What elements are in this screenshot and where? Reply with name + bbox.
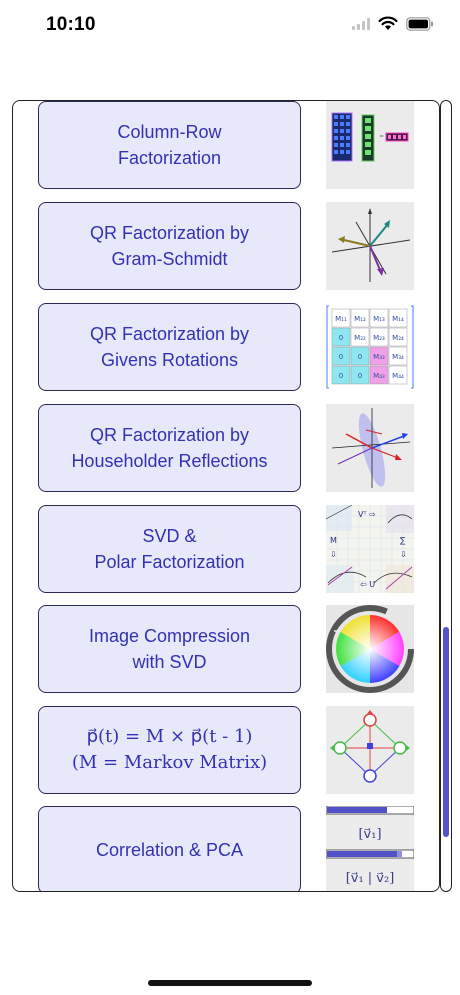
svd-label: ∑: [400, 536, 406, 545]
matrix-cell: M₁₄: [392, 315, 404, 323]
battery-icon: [406, 16, 433, 31]
column-row-factorization-button[interactable]: Column-Row Factorization: [38, 101, 301, 189]
wifi-icon: [378, 16, 398, 30]
list-item: SVD & Polar Factorization Vᵀ ⇨ M ∑ ⇩ ⇩ ⇦…: [13, 505, 439, 595]
matrix-cell: M₃₄: [392, 353, 404, 361]
matrix-cell: 0: [339, 372, 343, 380]
v1-label: [v⃗₁]: [358, 827, 381, 842]
status-bar: 10:10: [0, 0, 460, 52]
matrix-cell: 0: [358, 353, 362, 361]
color-wheel-icon[interactable]: [326, 605, 414, 693]
svg-text:=: =: [379, 133, 384, 140]
svd-label: ⇩: [400, 550, 407, 559]
home-indicator[interactable]: [148, 980, 312, 986]
correlation-pca-button[interactable]: Correlation & PCA: [38, 806, 301, 891]
matrix-cell: 0: [339, 334, 343, 342]
svd-label: Vᵀ ⇨: [358, 510, 376, 519]
list-item: Correlation & PCA [v⃗₁] [v⃗₁ | v⃗₂]: [13, 806, 439, 891]
matrix-cell: M₁₃: [373, 315, 385, 323]
matrix-cell: 0: [358, 372, 362, 380]
svd-label: M: [330, 536, 337, 545]
matrix-cell: M₂₄: [392, 334, 404, 342]
cellular-signal-icon: [352, 17, 370, 30]
svd-label: ⇦ U: [360, 580, 375, 589]
householder-reflection-icon[interactable]: [326, 404, 414, 492]
qr-givens-rotations-button[interactable]: QR Factorization by Givens Rotations: [38, 303, 301, 391]
matrix-cell: M₃₃: [373, 353, 385, 361]
list-item: Column-Row Factorization =: [13, 101, 439, 191]
status-icons: [352, 16, 434, 31]
matrix-cell: M₂₃: [373, 334, 385, 342]
scrollbar-thumb[interactable]: [443, 627, 449, 837]
qr-householder-button[interactable]: QR Factorization by Householder Reflecti…: [38, 404, 301, 492]
list-item: QR Factorization by Gram-Schmidt: [13, 202, 439, 292]
pca-vectors-icon[interactable]: [v⃗₁] [v⃗₁ | v⃗₂]: [326, 806, 414, 891]
v1v2-label: [v⃗₁ | v⃗₂]: [346, 871, 395, 886]
matrix-cell: M₁₂: [354, 315, 366, 323]
markov-matrix-button[interactable]: p⃗(t) = M × p⃗(t - 1) (M = Markov Matrix…: [38, 706, 301, 794]
list-item: p⃗(t) = M × p⃗(t - 1) (M = Markov Matrix…: [13, 706, 439, 796]
list-item: Image Compression with SVD: [13, 605, 439, 695]
list-item: QR Factorization by Householder Reflecti…: [13, 404, 439, 494]
list-item: QR Factorization by Givens Rotations M₁₁…: [13, 303, 439, 393]
svd-polar-button[interactable]: SVD & Polar Factorization: [38, 505, 301, 593]
scrollbar[interactable]: [440, 100, 452, 892]
factorization-list[interactable]: Column-Row Factorization = QR Factorizat…: [12, 100, 440, 892]
column-row-matrix-icon[interactable]: =: [326, 101, 414, 189]
matrix-cell: 0: [339, 353, 343, 361]
orthogonal-vectors-icon[interactable]: [326, 202, 414, 290]
givens-matrix-icon[interactable]: M₁₁ M₁₂ M₁₃ M₁₄ 0 M₂₂ M₂₃ M₂₄ 0 0 M₃₃ M₃…: [326, 303, 414, 391]
matrix-cell: M₄₄: [392, 372, 404, 380]
svd-diagram-icon[interactable]: Vᵀ ⇨ M ∑ ⇩ ⇩ ⇦ U: [326, 505, 414, 593]
svd-label: ⇩: [330, 550, 337, 559]
matrix-cell: M₁₁: [335, 315, 347, 323]
matrix-cell: M₂₂: [354, 334, 366, 342]
image-compression-button[interactable]: Image Compression with SVD: [38, 605, 301, 693]
markov-graph-icon[interactable]: [326, 706, 414, 794]
qr-gram-schmidt-button[interactable]: QR Factorization by Gram-Schmidt: [38, 202, 301, 290]
matrix-cell: M₄₃: [373, 372, 385, 380]
status-time: 10:10: [46, 14, 96, 35]
